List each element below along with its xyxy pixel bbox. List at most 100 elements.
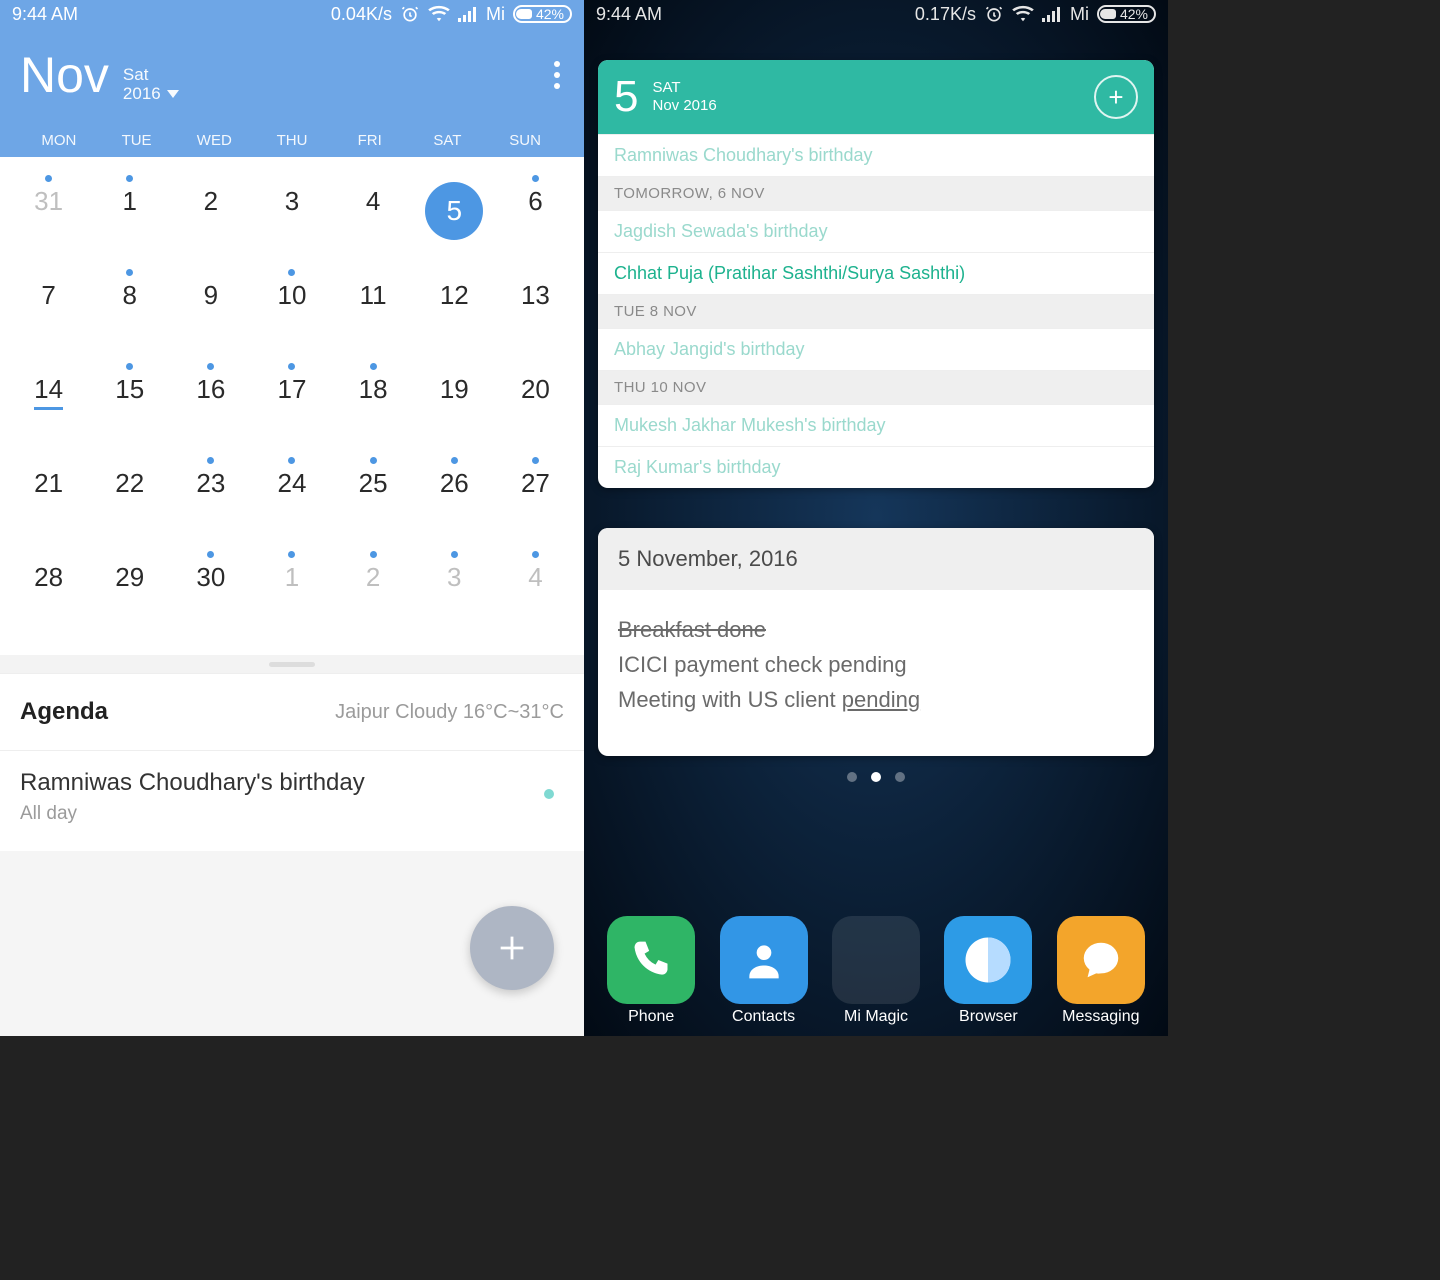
calendar-day[interactable]: 10 (251, 261, 332, 355)
overflow-menu-button[interactable] (550, 55, 564, 95)
calendar-day[interactable]: 31 (8, 167, 89, 261)
calendar-day[interactable]: 25 (333, 449, 414, 543)
dock-folder-mimagic[interactable]: Mi Magic (827, 916, 925, 1026)
calendar-day[interactable]: 8 (89, 261, 170, 355)
month-label: Nov (20, 46, 109, 104)
calendar-day[interactable]: 26 (414, 449, 495, 543)
dock-label: Messaging (1062, 1008, 1139, 1026)
notes-widget[interactable]: 5 November, 2016 Breakfast done ICICI pa… (598, 528, 1154, 756)
day-number: 3 (447, 562, 461, 593)
event-dot (370, 457, 377, 464)
widget-event-row[interactable]: Chhat Puja (Pratihar Sashthi/Surya Sasht… (598, 252, 1154, 294)
calendar-day[interactable]: 3 (251, 167, 332, 261)
dock-app-phone[interactable]: Phone (602, 916, 700, 1026)
day-number: 13 (521, 280, 550, 311)
widget-event-row[interactable]: Mukesh Jakhar Mukesh's birthday (598, 404, 1154, 446)
calendar-day[interactable]: 1 (251, 543, 332, 637)
calendar-day[interactable]: 2 (170, 167, 251, 261)
messaging-icon (1057, 916, 1145, 1004)
dow-cell: SUN (486, 132, 564, 149)
calendar-day[interactable]: 29 (89, 543, 170, 637)
day-number: 18 (359, 374, 388, 405)
widget-event-row[interactable]: Abhay Jangid's birthday (598, 328, 1154, 370)
dow-cell: SAT (409, 132, 487, 149)
month-picker[interactable]: Nov Sat 2016 (20, 46, 179, 104)
day-number: 6 (528, 186, 542, 217)
calendar-grid: 3112345678910111213141516171819202122232… (0, 157, 584, 655)
status-bar: 9:44 AM 0.17K/s Mi 42% (584, 0, 1168, 28)
event-dot (370, 551, 377, 558)
calendar-day[interactable]: 1 (89, 167, 170, 261)
signal-icon (1042, 6, 1062, 22)
calendar-day[interactable]: 14 (8, 355, 89, 449)
event-dot (532, 551, 539, 558)
event-dot (45, 175, 52, 182)
calendar-day[interactable]: 3 (414, 543, 495, 637)
widget-event-row[interactable]: Jagdish Sewada's birthday (598, 210, 1154, 252)
calendar-day[interactable]: 6 (495, 167, 576, 261)
widget-event-row[interactable]: Raj Kumar's birthday (598, 446, 1154, 488)
calendar-day[interactable]: 24 (251, 449, 332, 543)
day-of-week-header: MONTUEWEDTHUFRISATSUN (20, 132, 564, 149)
day-number: 31 (34, 186, 63, 217)
dock-label: Mi Magic (844, 1008, 908, 1026)
calendar-day[interactable]: 5 (414, 167, 495, 261)
drag-handle[interactable] (0, 655, 584, 673)
day-number: 11 (360, 280, 387, 311)
calendar-day[interactable]: 12 (414, 261, 495, 355)
calendar-day[interactable]: 23 (170, 449, 251, 543)
dock-app-browser[interactable]: Browser (939, 916, 1037, 1026)
event-dot (370, 363, 377, 370)
calendar-day[interactable]: 2 (333, 543, 414, 637)
calendar-day[interactable]: 21 (8, 449, 89, 543)
event-dot (288, 457, 295, 464)
day-number: 28 (34, 562, 63, 593)
calendar-day[interactable]: 18 (333, 355, 414, 449)
wifi-icon (428, 5, 450, 23)
add-event-fab[interactable] (470, 906, 554, 990)
day-number: 1 (122, 186, 136, 217)
wifi-icon (1012, 5, 1034, 23)
calendar-day[interactable]: 15 (89, 355, 170, 449)
widget-day-number: 5 (614, 72, 638, 122)
day-number: 19 (440, 374, 469, 405)
status-right-cluster: 0.17K/s Mi 42% (915, 4, 1156, 25)
page-indicator[interactable] (584, 772, 1168, 782)
agenda-header: Agenda Jaipur Cloudy 16°C~31°C (0, 673, 584, 750)
agenda-event-item[interactable]: Ramniwas Choudhary's birthday All day (0, 750, 584, 851)
dow-cell: TUE (98, 132, 176, 149)
widget-add-button[interactable]: + (1094, 75, 1138, 119)
calendar-day[interactable]: 7 (8, 261, 89, 355)
status-carrier: Mi (1070, 4, 1089, 25)
widget-dow: SAT (652, 79, 716, 97)
widget-event-row[interactable]: Ramniwas Choudhary's birthday (598, 134, 1154, 176)
weather-summary[interactable]: Jaipur Cloudy 16°C~31°C (335, 701, 564, 724)
calendar-day[interactable]: 27 (495, 449, 576, 543)
calendar-widget[interactable]: 5 SAT Nov 2016 + Ramniwas Choudhary's bi… (598, 60, 1154, 488)
status-right-cluster: 0.04K/s Mi 42% (331, 4, 572, 25)
calendar-header: Nov Sat 2016 MONTUEWEDTHUFRISATSUN (0, 28, 584, 157)
folder-icon (832, 916, 920, 1004)
status-time: 9:44 AM (12, 4, 78, 25)
event-dot (288, 363, 295, 370)
calendar-day[interactable]: 9 (170, 261, 251, 355)
dock: Phone Contacts Mi Magic Browser (584, 908, 1168, 1032)
calendar-day[interactable]: 4 (495, 543, 576, 637)
calendar-day[interactable]: 30 (170, 543, 251, 637)
calendar-day[interactable]: 11 (333, 261, 414, 355)
event-dot (288, 551, 295, 558)
calendar-day[interactable]: 19 (414, 355, 495, 449)
dock-app-messaging[interactable]: Messaging (1052, 916, 1150, 1026)
day-number: 30 (196, 562, 225, 593)
calendar-day[interactable]: 16 (170, 355, 251, 449)
calendar-day[interactable]: 28 (8, 543, 89, 637)
status-carrier: Mi (486, 4, 505, 25)
calendar-day[interactable]: 22 (89, 449, 170, 543)
dock-app-contacts[interactable]: Contacts (714, 916, 812, 1026)
calendar-day[interactable]: 13 (495, 261, 576, 355)
calendar-day[interactable]: 20 (495, 355, 576, 449)
calendar-day[interactable]: 17 (251, 355, 332, 449)
widget-section-header: THU 10 NOV (598, 370, 1154, 404)
dow-cell: MON (20, 132, 98, 149)
calendar-day[interactable]: 4 (333, 167, 414, 261)
